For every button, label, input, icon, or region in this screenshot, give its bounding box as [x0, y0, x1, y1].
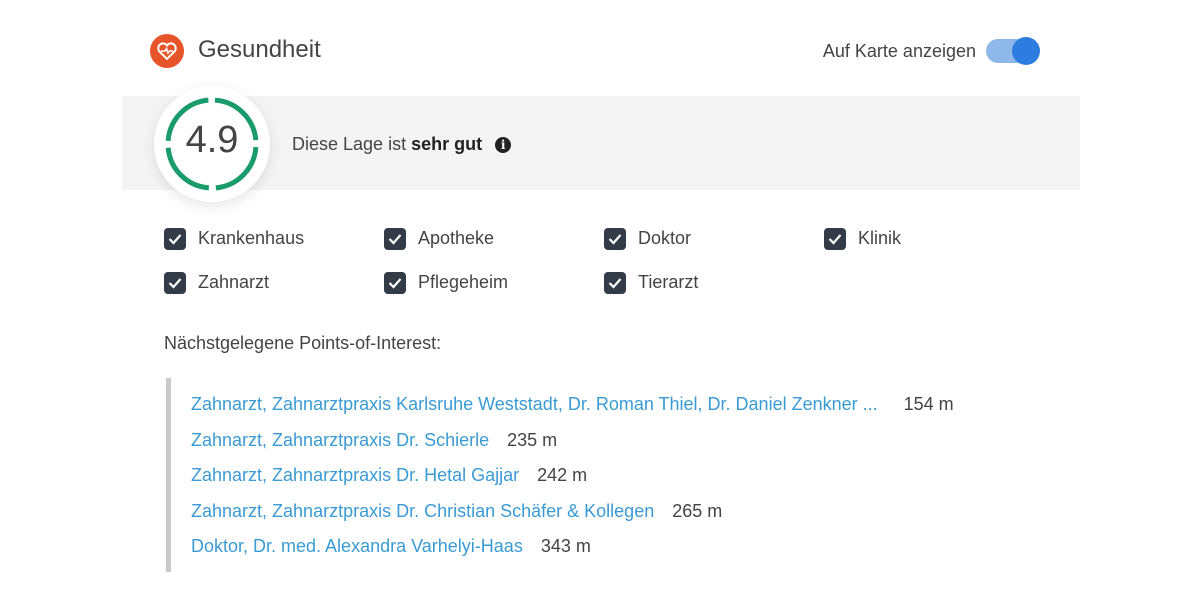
poi-distance: 343 m [540, 536, 591, 556]
health-panel: Gesundheit Auf Karte anzeigen 4.9 Diese … [122, 0, 1080, 600]
filter-label: Krankenhaus [198, 228, 305, 248]
list-item: Zahnarzt, Zahnarztpraxis Dr. Christian S… [191, 501, 722, 527]
poi-distance: 235 m [507, 430, 558, 450]
poi-heading: Nächstgelegene Points-of-Interest: [164, 333, 442, 353]
poi-link[interactable]: Zahnarzt, Zahnarztpraxis Dr. Schierle [191, 430, 489, 450]
filter-label: Pflegeheim [418, 272, 509, 292]
poi-distance: 154 m [903, 394, 954, 414]
rating-text-emphasis: sehr gut [411, 134, 483, 154]
checkbox-checked-icon[interactable] [384, 272, 406, 294]
heart-pulse-icon [150, 34, 184, 68]
checkbox-checked-icon[interactable] [604, 272, 626, 294]
filter-label: Klinik [858, 228, 902, 248]
filter-label: Doktor [638, 228, 692, 248]
poi-distance: 265 m [672, 501, 723, 521]
checkbox-checked-icon[interactable] [824, 228, 846, 250]
rating-text-prefix: Diese Lage ist [292, 134, 407, 154]
filter-label: Zahnarzt [198, 272, 270, 292]
checkbox-checked-icon[interactable] [164, 228, 186, 250]
checkbox-checked-icon[interactable] [384, 228, 406, 250]
poi-link[interactable]: Doktor, Dr. med. Alexandra Varhelyi-Haas [191, 536, 523, 556]
poi-distance: 242 m [537, 465, 588, 485]
checkbox-checked-icon[interactable] [164, 272, 186, 294]
filter-label: Apotheke [418, 228, 495, 248]
show-on-map-toggle[interactable] [986, 37, 1040, 65]
section-title: Gesundheit [198, 36, 321, 63]
list-item: Zahnarzt, Zahnarztpraxis Dr. Hetal Gajja… [191, 465, 587, 491]
poi-link[interactable]: Zahnarzt, Zahnarztpraxis Dr. Hetal Gajja… [191, 465, 519, 485]
info-icon[interactable]: i [495, 137, 512, 153]
poi-link[interactable]: Zahnarzt, Zahnarztpraxis Dr. Christian S… [191, 501, 654, 521]
poi-list: Zahnarzt, Zahnarztpraxis Karlsruhe Wests… [166, 378, 1071, 572]
score-gauge: 4.9 [154, 86, 270, 202]
section-header: Gesundheit Auf Karte anzeigen [150, 30, 1060, 70]
poi-link[interactable]: Zahnarzt, Zahnarztpraxis Karlsruhe Wests… [191, 394, 878, 414]
toggle-knob [1012, 37, 1040, 65]
checkbox-checked-icon[interactable] [604, 228, 626, 250]
score-value: 4.9 [185, 119, 239, 161]
map-toggle-label: Auf Karte anzeigen [822, 41, 976, 61]
list-item: Doktor, Dr. med. Alexandra Varhelyi-Haas… [191, 536, 591, 562]
filter-label: Tierarzt [638, 272, 699, 292]
rating-description: Diese Lage ist sehr gut i [292, 134, 512, 155]
list-item: Zahnarzt, Zahnarztpraxis Karlsruhe Wests… [191, 394, 954, 420]
list-item: Zahnarzt, Zahnarztpraxis Dr. Schierle 235… [191, 430, 557, 456]
